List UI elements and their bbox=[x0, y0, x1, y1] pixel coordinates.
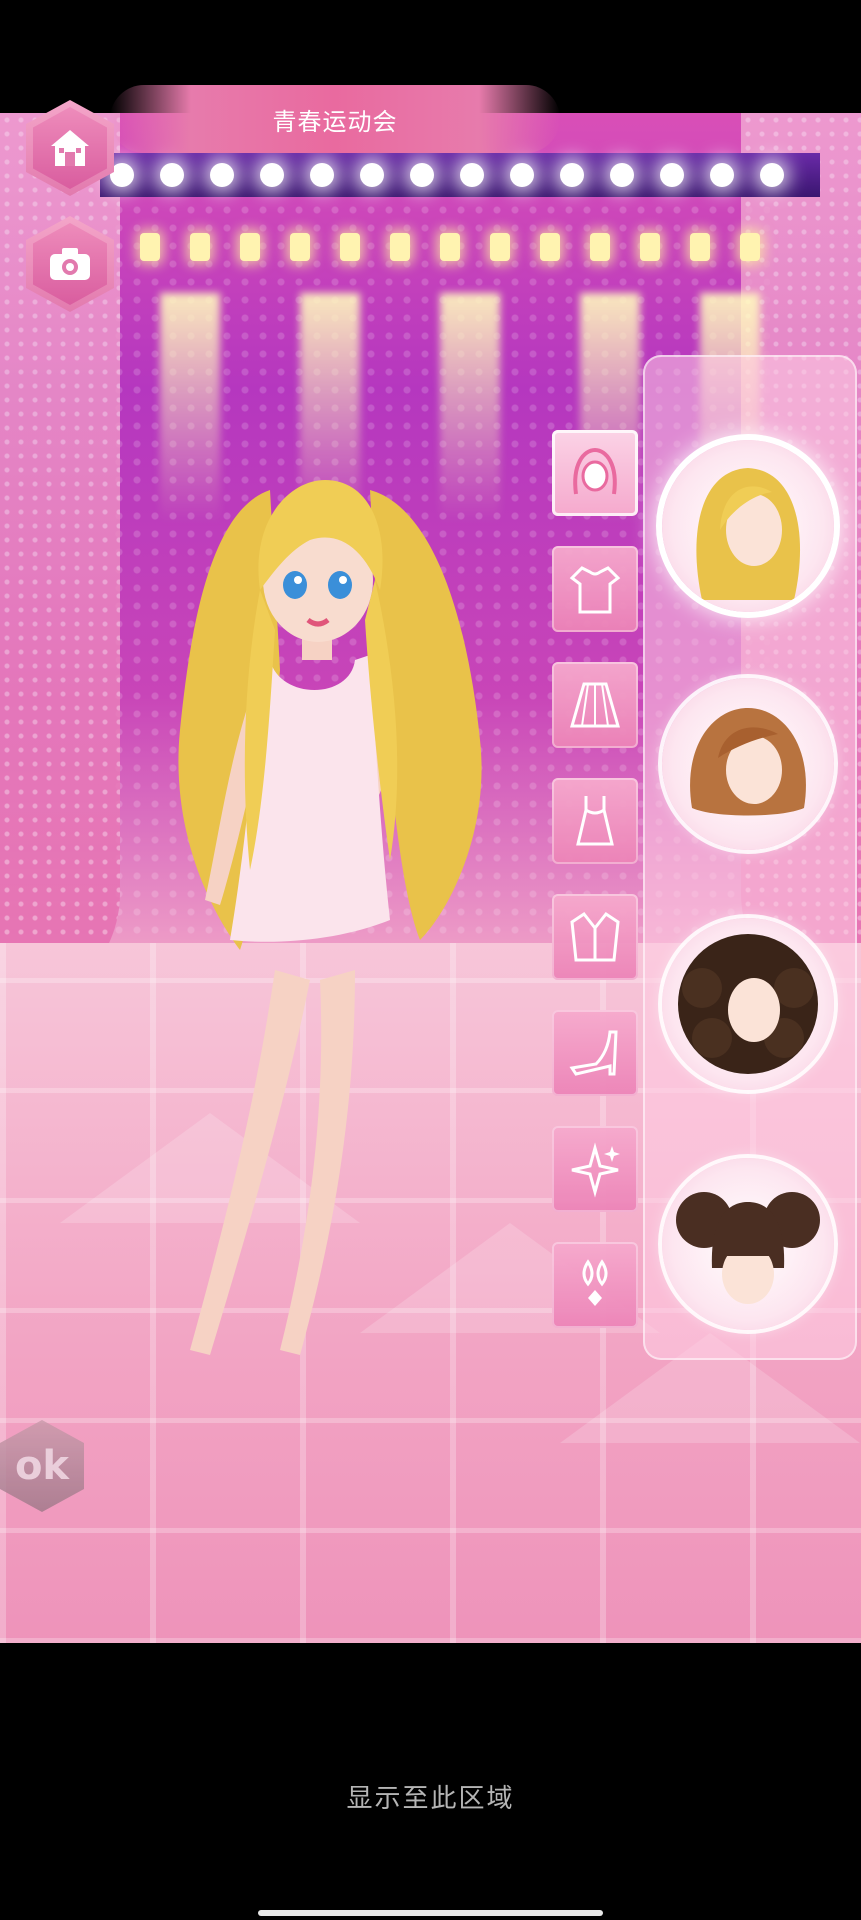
ok-label: ok bbox=[14, 1443, 70, 1489]
category-hair[interactable] bbox=[552, 430, 638, 516]
category-earrings[interactable] bbox=[552, 1242, 638, 1328]
stage-light bbox=[460, 163, 484, 187]
display-area-note: 显示至此区域 bbox=[346, 1784, 515, 1814]
category-top[interactable] bbox=[552, 546, 638, 632]
camera-icon bbox=[50, 248, 90, 280]
hair-option-curly-dark[interactable] bbox=[662, 918, 834, 1090]
stage-lamp bbox=[140, 233, 160, 261]
shirt-icon bbox=[569, 566, 621, 614]
stage-light bbox=[560, 163, 584, 187]
stage-light bbox=[660, 163, 684, 187]
bob-auburn-hair-icon bbox=[690, 708, 806, 816]
long-blonde-hair-icon bbox=[696, 468, 801, 600]
stage-light bbox=[710, 163, 734, 187]
hair-option-bob-auburn[interactable] bbox=[662, 678, 834, 850]
stage-lamp bbox=[690, 233, 710, 261]
category-skirt[interactable] bbox=[552, 662, 638, 748]
stage-lamp bbox=[540, 233, 560, 261]
level-title: 青春运动会 bbox=[272, 107, 398, 136]
hair-icon bbox=[573, 447, 617, 495]
stage-light bbox=[360, 163, 384, 187]
high-heel-icon bbox=[569, 1030, 618, 1076]
stage-light bbox=[610, 163, 634, 187]
stage-light bbox=[310, 163, 334, 187]
stage-lamp bbox=[740, 233, 760, 261]
stage-lamp bbox=[290, 233, 310, 261]
stage-light bbox=[260, 163, 284, 187]
category-coat[interactable] bbox=[552, 894, 638, 980]
stage-light bbox=[760, 163, 784, 187]
category-accessory[interactable] bbox=[552, 1126, 638, 1212]
stage-lamp bbox=[240, 233, 260, 261]
stage-lamp bbox=[590, 233, 610, 261]
home-indicator[interactable] bbox=[258, 1910, 603, 1916]
stage-lamp bbox=[390, 233, 410, 261]
dress-icon bbox=[576, 796, 614, 846]
home-button-inner bbox=[33, 107, 107, 189]
double-buns-hair-icon bbox=[676, 1192, 820, 1304]
stage-lamp bbox=[340, 233, 360, 261]
camera-button-inner bbox=[33, 223, 107, 305]
coat-icon bbox=[570, 911, 620, 962]
category-dress[interactable] bbox=[552, 778, 638, 864]
stage-light bbox=[160, 163, 184, 187]
stage-lamp bbox=[190, 233, 210, 261]
skirt-icon bbox=[570, 682, 620, 728]
level-title-bar: 青春运动会 bbox=[110, 85, 560, 153]
doll-character bbox=[178, 480, 482, 1355]
left-leg bbox=[190, 970, 310, 1355]
stage-light bbox=[410, 163, 434, 187]
stage-lamp bbox=[640, 233, 660, 261]
curly-dark-hair-icon bbox=[678, 934, 818, 1074]
hair-option-long-blonde[interactable] bbox=[662, 440, 834, 612]
sparkle-icon bbox=[571, 1142, 620, 1198]
stage-lamp bbox=[490, 233, 510, 261]
house-icon bbox=[51, 130, 89, 166]
stage-lamp bbox=[440, 233, 460, 261]
earring-icon bbox=[582, 1259, 608, 1306]
stage-light bbox=[210, 163, 234, 187]
stage-light bbox=[510, 163, 534, 187]
hair-option-double-buns-brown[interactable] bbox=[662, 1158, 834, 1330]
category-shoes[interactable] bbox=[552, 1010, 638, 1096]
